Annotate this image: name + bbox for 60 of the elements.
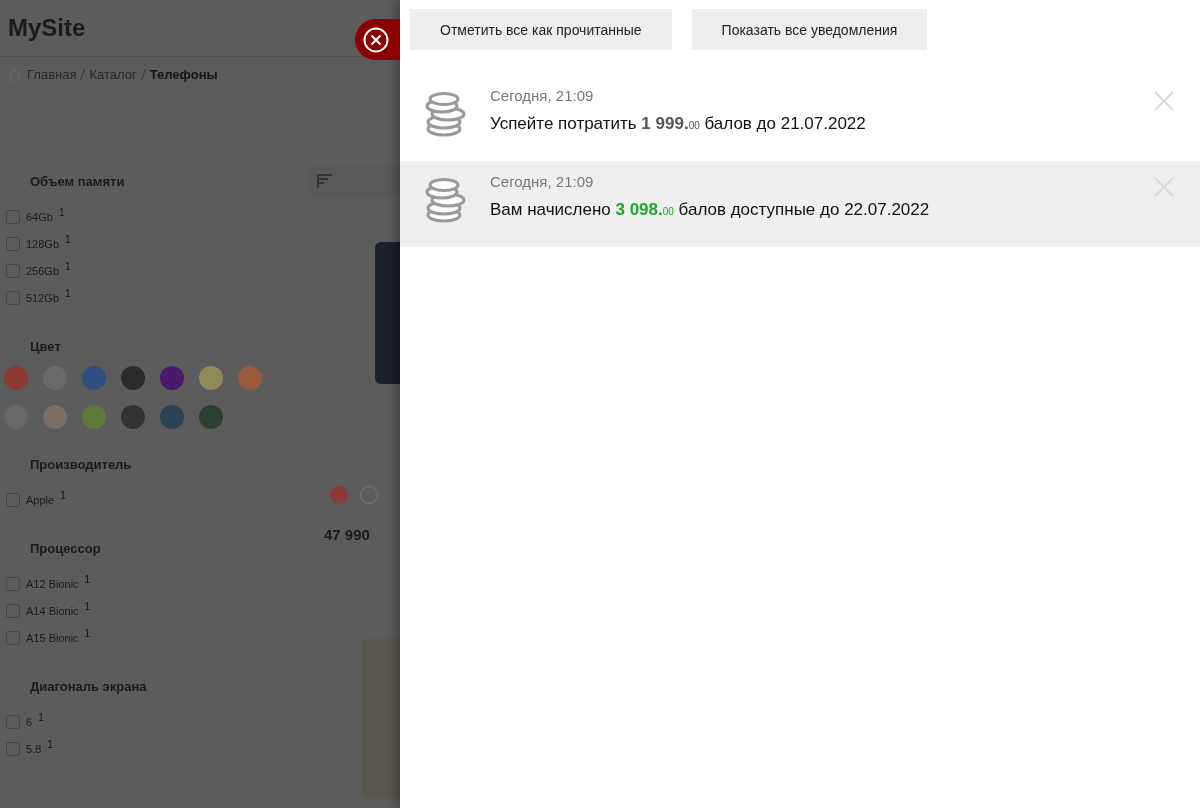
color-swatch[interactable] [199, 405, 223, 429]
filter-option-label[interactable]: 6 [26, 715, 33, 728]
option-count: 1 [58, 207, 65, 218]
color-swatch[interactable] [121, 405, 145, 429]
notification-message: Вам начислено 3 098.00 балов доступные до 22.07.2022 [490, 200, 931, 220]
color-swatch[interactable] [4, 366, 28, 390]
sort-icon [316, 172, 334, 190]
close-icon[interactable] [1154, 91, 1174, 111]
checkbox[interactable] [6, 492, 20, 507]
filter-title: Цвет [30, 339, 62, 354]
site-logo[interactable]: MySite [8, 14, 86, 42]
action-button[interactable]: Показать все уведомления [691, 9, 928, 50]
filter-title: Диагональ экрана [30, 679, 148, 694]
close-icon [363, 26, 389, 53]
notification-time: Сегодня, 21:09 [490, 87, 595, 104]
option-count: 1 [65, 234, 71, 245]
filter-title: Производитель [30, 457, 133, 472]
color-swatch[interactable] [43, 405, 67, 429]
option-count: 1 [84, 574, 91, 585]
checkbox[interactable] [6, 290, 20, 305]
filter-option-label[interactable]: 256Gb [26, 264, 60, 277]
filter-option-label[interactable]: 512Gb [26, 291, 60, 304]
filter-option-label[interactable]: A12 Bionic [26, 577, 79, 590]
checkbox[interactable] [6, 576, 20, 591]
product-price: 47 990 [324, 526, 370, 543]
checkbox[interactable] [6, 263, 20, 278]
checkbox[interactable] [6, 714, 20, 729]
filter-option-label[interactable]: 5.8 [26, 742, 42, 755]
color-swatch[interactable] [199, 366, 223, 390]
option-count: 1 [60, 490, 66, 501]
option-count: 1 [47, 739, 53, 750]
filter-title: Процессор [30, 541, 102, 556]
checkbox[interactable] [6, 630, 20, 645]
filter-option-label[interactable]: A15 Bionic [26, 631, 79, 644]
option-count: 1 [65, 288, 71, 299]
color-swatch[interactable] [160, 405, 184, 429]
notification-time: Сегодня, 21:09 [490, 173, 595, 190]
filter-option-label[interactable]: Apple [26, 493, 55, 506]
filter-option-label[interactable]: A14 Bionic [26, 604, 79, 617]
color-swatch[interactable] [82, 405, 106, 429]
action-button[interactable]: Отметить все как прочитанные [410, 9, 672, 50]
option-count: 1 [65, 261, 71, 272]
color-swatch[interactable] [330, 486, 348, 504]
option-count: 1 [38, 712, 44, 723]
checkbox[interactable] [6, 236, 20, 251]
color-swatch[interactable] [238, 366, 262, 390]
filter-title: Объем памяти [30, 174, 126, 189]
filter-option-label[interactable]: 128Gb [26, 237, 60, 250]
option-count: 1 [84, 601, 91, 612]
color-swatch[interactable] [160, 366, 184, 390]
color-swatch[interactable] [121, 366, 145, 390]
color-swatch[interactable] [82, 366, 106, 390]
checkbox[interactable] [6, 603, 20, 618]
notification-message: Успейте потратить 1 999.00 балов до 21.07.2022 [490, 114, 867, 134]
checkbox[interactable] [6, 209, 20, 224]
close-button[interactable] [355, 19, 400, 60]
filter-option-label[interactable]: 64Gb [26, 210, 53, 223]
checkbox[interactable] [6, 741, 20, 756]
option-count: 1 [84, 628, 91, 639]
color-swatch[interactable] [360, 486, 378, 504]
